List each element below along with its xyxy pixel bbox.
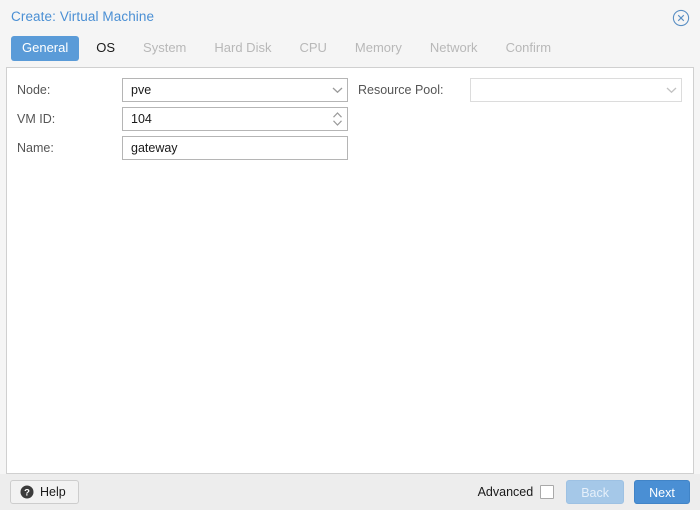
- vmid-spinner[interactable]: 104: [122, 107, 348, 131]
- tab-memory: Memory: [354, 40, 402, 55]
- tab-general[interactable]: General: [11, 36, 80, 61]
- chevron-down-icon[interactable]: [327, 79, 347, 101]
- tab-hard-disk: Hard Disk: [214, 40, 272, 55]
- name-input[interactable]: gateway: [122, 136, 348, 160]
- dialog-footer: ? Help Advanced Back Next: [0, 474, 700, 510]
- help-circle-icon: ?: [20, 485, 34, 499]
- name-value: gateway: [131, 141, 178, 155]
- create-vm-dialog: Create: Virtual Machine General OS Syste…: [0, 0, 700, 510]
- node-combobox[interactable]: pve: [122, 78, 348, 102]
- field-row-vmid: VM ID: 104: [17, 107, 354, 131]
- tab-system: System: [143, 40, 187, 55]
- resource-pool-combobox[interactable]: [470, 78, 682, 102]
- back-button: Back: [566, 480, 624, 504]
- form-columns: Node: pve VM ID: 104 Name: gateway Resou…: [7, 68, 693, 165]
- resource-pool-label: Resource Pool:: [358, 83, 444, 97]
- wizard-tabbar: General OS System Hard Disk CPU Memory N…: [0, 36, 700, 67]
- spinner-arrows-icon[interactable]: [327, 108, 347, 130]
- close-icon[interactable]: [670, 7, 692, 29]
- dialog-title: Create: Virtual Machine: [11, 9, 155, 24]
- general-tab-panel: Node: pve VM ID: 104 Name: gateway Resou…: [6, 67, 694, 474]
- svg-text:?: ?: [24, 488, 30, 499]
- vmid-value: 104: [131, 112, 152, 126]
- advanced-label: Advanced: [477, 485, 534, 499]
- next-button[interactable]: Next: [634, 480, 690, 504]
- field-row-node: Node: pve: [17, 78, 354, 102]
- dialog-titlebar: Create: Virtual Machine: [0, 0, 700, 36]
- advanced-checkbox[interactable]: [540, 485, 555, 499]
- content-wrap: Node: pve VM ID: 104 Name: gateway Resou…: [0, 67, 700, 474]
- field-row-name: Name: gateway: [17, 136, 354, 160]
- tab-cpu: CPU: [299, 40, 327, 55]
- tab-confirm: Confirm: [505, 40, 552, 55]
- tab-os[interactable]: OS: [85, 36, 126, 61]
- form-column-left: Node: pve VM ID: 104 Name: gateway: [7, 68, 354, 165]
- field-row-resource-pool: Resource Pool:: [358, 78, 693, 102]
- node-value: pve: [131, 83, 152, 97]
- tab-network: Network: [429, 40, 478, 55]
- form-column-right: Resource Pool:: [354, 68, 693, 165]
- node-label: Node:: [17, 83, 51, 97]
- help-button-label: Help: [40, 485, 66, 499]
- chevron-down-icon[interactable]: [661, 79, 681, 101]
- vmid-label: VM ID:: [17, 112, 56, 126]
- name-label: Name:: [17, 141, 54, 155]
- footer-actions: Advanced Back Next: [478, 480, 690, 504]
- help-button[interactable]: ? Help: [10, 480, 79, 504]
